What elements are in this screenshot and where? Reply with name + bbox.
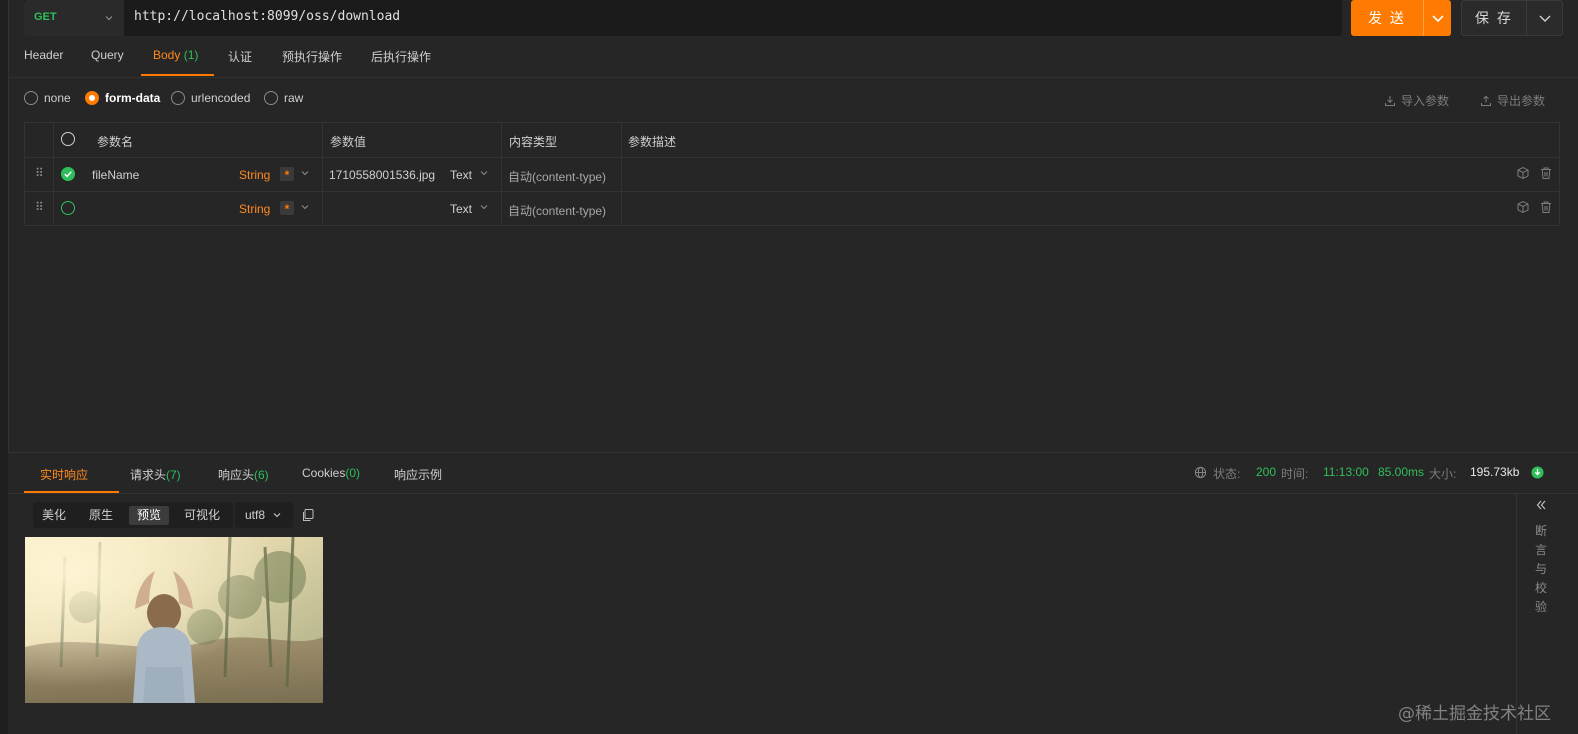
method-select[interactable]: GET xyxy=(24,0,124,36)
content-type-field[interactable]: 自动(content-type) xyxy=(508,202,606,219)
view-beautify[interactable]: 美化 xyxy=(34,506,74,525)
trash-icon[interactable] xyxy=(1539,166,1553,183)
divider xyxy=(8,77,1578,78)
row-checkbox-checked[interactable] xyxy=(61,167,75,181)
check-icon xyxy=(64,171,72,178)
send-button[interactable]: 发 送 xyxy=(1351,0,1423,36)
content-type-field[interactable]: 自动(content-type) xyxy=(508,168,606,185)
collapse-left-icon[interactable] xyxy=(1535,499,1547,511)
radio-circle-selected xyxy=(85,91,99,105)
cube-icon[interactable] xyxy=(1516,166,1530,183)
radio-circle xyxy=(171,91,185,105)
chevron-down-icon xyxy=(1431,15,1444,23)
import-params-button[interactable]: 导入参数 xyxy=(1384,92,1449,109)
response-image-preview xyxy=(25,537,323,703)
tab-header[interactable]: Header xyxy=(24,48,63,62)
tab-auth[interactable]: 认证 xyxy=(228,48,252,65)
send-dropdown-button[interactable] xyxy=(1423,0,1451,36)
required-toggle[interactable]: * xyxy=(280,201,294,216)
tab-response-headers[interactable]: 响应头(6) xyxy=(218,466,269,483)
divider xyxy=(8,493,1578,494)
drag-handle-icon[interactable]: ⠿ xyxy=(35,200,44,214)
tab-query[interactable]: Query xyxy=(91,48,124,62)
tab-request-headers[interactable]: 请求头(7) xyxy=(130,466,181,483)
export-params-button[interactable]: 导出参数 xyxy=(1480,92,1545,109)
view-preview[interactable]: 预览 xyxy=(129,506,170,525)
header-param-value: 参数值 xyxy=(330,135,367,149)
chevron-down-icon[interactable] xyxy=(300,201,310,215)
value-type-select[interactable]: Text xyxy=(450,168,472,182)
value-type-select[interactable]: Text xyxy=(450,202,472,216)
response-panel: 实时响应 请求头(7) 响应头(6) Cookies(0) 响应示例 状态: 2… xyxy=(8,453,1578,734)
chevron-down-icon xyxy=(1539,15,1550,22)
status-label: 状态: xyxy=(1213,467,1241,481)
view-raw[interactable]: 原生 xyxy=(81,506,121,525)
header-description: 参数描述 xyxy=(628,135,677,149)
upload-icon xyxy=(1481,95,1491,106)
param-name-field[interactable]: fileName xyxy=(92,168,139,182)
radio-form-data[interactable]: form-data xyxy=(85,91,160,105)
chevron-down-icon[interactable] xyxy=(479,201,489,215)
tab-cookies[interactable]: Cookies(0) xyxy=(302,466,360,480)
radio-raw[interactable]: raw xyxy=(264,91,303,105)
copy-icon[interactable] xyxy=(301,508,315,525)
param-type-label[interactable]: String xyxy=(239,202,270,216)
tab-body[interactable]: Body (1) xyxy=(153,48,198,62)
required-toggle[interactable]: * xyxy=(280,167,294,182)
trash-icon[interactable] xyxy=(1539,200,1553,217)
time-label: 时间: xyxy=(1281,467,1309,481)
time-value: 11:13:00 xyxy=(1323,465,1369,479)
radio-urlencoded[interactable]: urlencoded xyxy=(171,91,250,105)
param-value-field[interactable]: 1710558001536.jpg xyxy=(329,168,435,182)
side-panel-divider xyxy=(1516,493,1517,734)
size-label: 大小: xyxy=(1429,467,1457,481)
select-all-checkbox[interactable] xyxy=(61,132,75,146)
tab-live-response[interactable]: 实时响应 xyxy=(40,466,88,483)
chevron-down-icon[interactable] xyxy=(479,167,489,181)
table-header-row: 参数名 参数值 内容类型 参数描述 xyxy=(25,123,1559,158)
tab-response-example[interactable]: 响应示例 xyxy=(394,466,442,483)
table-row: ⠿ String * Text 自动(content-type) xyxy=(25,191,1559,226)
chevron-down-icon xyxy=(104,9,114,26)
url-bar: GET http://localhost:8099/oss/download xyxy=(24,0,1342,36)
cube-icon[interactable] xyxy=(1516,200,1530,217)
radio-none[interactable]: none xyxy=(24,91,71,105)
chevron-down-icon[interactable] xyxy=(300,167,310,181)
status-code: 200 xyxy=(1256,465,1277,479)
drag-handle-icon[interactable]: ⠿ xyxy=(35,166,44,180)
method-label: GET xyxy=(34,11,57,23)
view-mode-selector: 美化 原生 预览 可视化 xyxy=(33,502,233,528)
chevron-down-icon xyxy=(273,513,281,518)
side-panel-label: 断 言 与 校 验 xyxy=(1534,524,1547,614)
save-dropdown-button[interactable] xyxy=(1527,0,1563,36)
tab-pre-request[interactable]: 预执行操作 xyxy=(282,48,342,65)
url-input[interactable]: http://localhost:8099/oss/download xyxy=(134,9,400,24)
assertion-side-panel[interactable]: 断 言 与 校 验 xyxy=(1526,499,1556,617)
download-icon xyxy=(1385,95,1395,106)
header-param-name: 参数名 xyxy=(97,135,134,149)
params-table: 参数名 参数值 内容类型 参数描述 ⠿ fileName String * 17… xyxy=(24,122,1560,226)
active-tab-indicator xyxy=(141,74,214,76)
header-content-type: 内容类型 xyxy=(509,135,558,149)
size-value: 195.73kb xyxy=(1470,465,1520,479)
globe-icon xyxy=(1194,466,1207,482)
download-icon[interactable] xyxy=(1531,466,1544,482)
tab-post-request[interactable]: 后执行操作 xyxy=(371,48,431,65)
duration-value: 85.00ms xyxy=(1378,465,1425,479)
watermark: @稀土掘金技术社区 xyxy=(1398,704,1551,724)
radio-circle xyxy=(264,91,278,105)
view-visualize[interactable]: 可视化 xyxy=(176,506,228,525)
radio-circle xyxy=(24,91,38,105)
save-button[interactable]: 保 存 xyxy=(1461,0,1527,36)
table-row: ⠿ fileName String * 1710558001536.jpg Te… xyxy=(25,157,1559,192)
encoding-select[interactable]: utf8 xyxy=(235,502,293,528)
param-type-label[interactable]: String xyxy=(239,168,270,182)
row-checkbox[interactable] xyxy=(61,201,75,215)
